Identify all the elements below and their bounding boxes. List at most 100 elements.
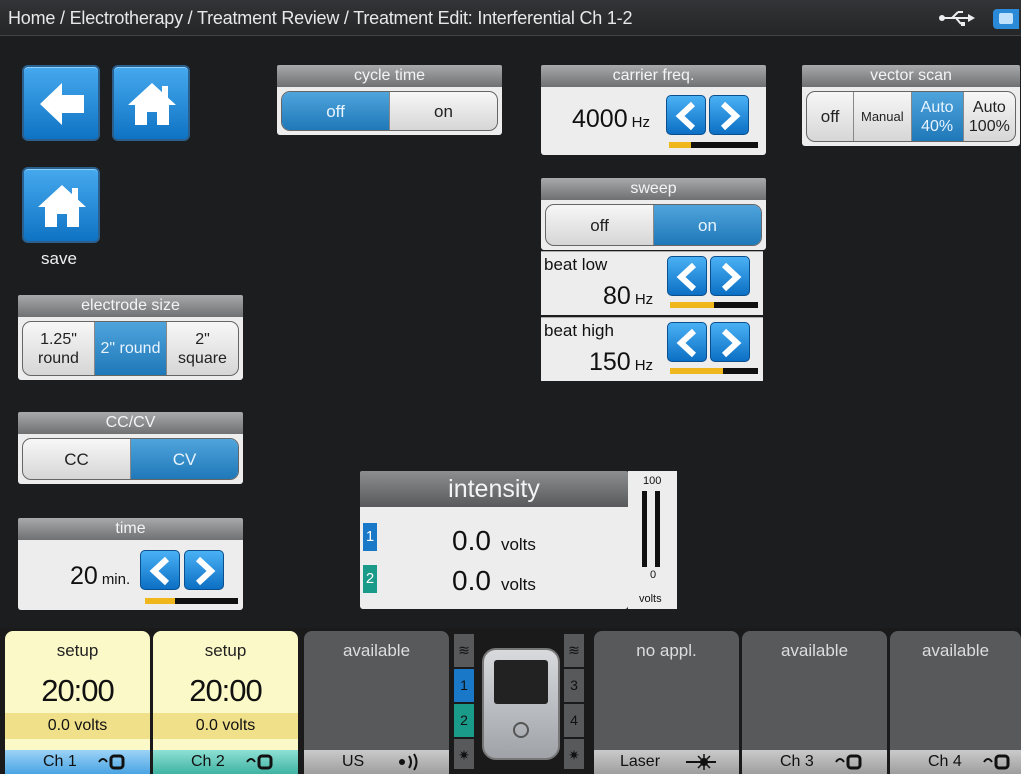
electrode-125-round[interactable]: 1.25" round bbox=[23, 322, 95, 375]
laser-label: Laser bbox=[620, 753, 661, 770]
laser-status: no appl. bbox=[636, 641, 697, 660]
back-arrow-icon bbox=[40, 83, 84, 125]
slot-3[interactable]: 3 bbox=[564, 669, 584, 702]
ch1-intensity-unit: volts bbox=[500, 535, 536, 554]
sweep-on[interactable]: on bbox=[654, 205, 761, 245]
beat-low-label: beat low bbox=[544, 255, 608, 274]
laser-slot-right: ✷ bbox=[564, 739, 584, 769]
cycle-time-group: cycle time off on bbox=[277, 65, 502, 135]
channel-card-laser[interactable]: no appl. Laser bbox=[594, 631, 739, 774]
ch2-time: 20:00 bbox=[189, 673, 263, 708]
ch4-label: Ch 4 bbox=[928, 753, 962, 770]
sweep-title: sweep bbox=[541, 178, 766, 200]
carrier-freq-value: 4000 bbox=[572, 105, 628, 133]
back-button[interactable] bbox=[22, 65, 100, 141]
beat-high-label: beat high bbox=[544, 321, 614, 340]
home-button[interactable] bbox=[112, 65, 190, 141]
meter-ch1-bar bbox=[642, 491, 647, 567]
cycle-time-on[interactable]: on bbox=[390, 92, 497, 130]
slot-top-right: ≋ bbox=[564, 634, 584, 667]
meter-min-label: 0 bbox=[650, 569, 657, 581]
channel-card-ch3[interactable]: available Ch 3 bbox=[742, 631, 887, 774]
chevron-right-icon bbox=[721, 328, 742, 358]
sweep-off[interactable]: off bbox=[546, 205, 654, 245]
electrode-2-square[interactable]: 2" square bbox=[167, 322, 238, 375]
time-decrease-button[interactable] bbox=[140, 550, 180, 590]
time-unit: min. bbox=[101, 571, 131, 588]
vector-scan-manual[interactable]: Manual bbox=[854, 92, 912, 141]
cv-option[interactable]: CV bbox=[131, 439, 238, 479]
channel-card-ch2[interactable]: setup 20:00 0.0 volts Ch 2 bbox=[153, 631, 298, 774]
beat-high-value: 150 bbox=[589, 348, 631, 376]
cycle-time-off[interactable]: off bbox=[282, 92, 390, 130]
breadcrumb: Home / Electrotherapy / Treatment Review… bbox=[8, 8, 633, 28]
device-selector: ≋ 1 2 ✷ ≋ 3 4 ✷ bbox=[452, 634, 588, 774]
carrier-increase-button[interactable] bbox=[709, 95, 749, 135]
chevron-left-icon bbox=[676, 328, 697, 358]
slot-2[interactable]: 2 bbox=[454, 704, 474, 737]
save-button[interactable] bbox=[22, 167, 100, 243]
electrode-icon bbox=[983, 754, 1010, 770]
beat-low-decrease-button[interactable] bbox=[667, 256, 707, 296]
app-window: Home / Electrotherapy / Treatment Review… bbox=[0, 0, 1021, 774]
chevron-left-icon bbox=[149, 556, 170, 586]
time-group: time 20 min. bbox=[18, 518, 243, 610]
vector-scan-title: vector scan bbox=[802, 65, 1020, 87]
meter-ch2-bar bbox=[655, 491, 660, 567]
ch1-volts: 0.0 volts bbox=[5, 713, 150, 739]
beat-low-level-bar bbox=[670, 302, 758, 308]
slot-1[interactable]: 1 bbox=[454, 669, 474, 702]
channel-card-ch4[interactable]: available Ch 4 bbox=[890, 631, 1021, 774]
cycle-time-title: cycle time bbox=[277, 65, 502, 87]
carrier-freq-title: carrier freq. bbox=[541, 65, 766, 87]
vector-scan-auto-100[interactable]: Auto 100% bbox=[964, 92, 1015, 141]
beat-low-increase-button[interactable] bbox=[710, 256, 750, 296]
beat-high-unit: Hz bbox=[634, 357, 654, 374]
device-image bbox=[482, 648, 560, 760]
chevron-right-icon bbox=[721, 262, 742, 292]
carrier-decrease-button[interactable] bbox=[666, 95, 706, 135]
time-title: time bbox=[18, 518, 243, 540]
ch2-label: Ch 2 bbox=[191, 753, 225, 770]
cccv-group: CC/CV CC CV bbox=[18, 412, 243, 484]
beat-high-decrease-button[interactable] bbox=[667, 322, 707, 362]
home-icon bbox=[128, 83, 176, 125]
laser-slot-left: ✷ bbox=[454, 739, 474, 769]
electrode-icon bbox=[835, 754, 862, 770]
electrode-icon bbox=[246, 754, 273, 770]
channel-card-ch1[interactable]: setup 20:00 0.0 volts Ch 1 bbox=[5, 631, 150, 774]
beat-low-row: beat low 80 Hz bbox=[541, 251, 763, 315]
meter-max-label: 100 bbox=[643, 475, 662, 487]
slot-top-left: ≋ bbox=[454, 634, 474, 667]
chevron-right-icon bbox=[720, 101, 741, 131]
intensity-title: intensity bbox=[360, 471, 628, 507]
vector-scan-off[interactable]: off bbox=[807, 92, 855, 141]
carrier-level-bar bbox=[669, 142, 758, 148]
ch2-status: setup bbox=[204, 641, 247, 660]
slot-4[interactable]: 4 bbox=[564, 704, 584, 737]
us-status: available bbox=[342, 641, 411, 660]
ch3-status: available bbox=[780, 641, 849, 660]
save-label: save bbox=[41, 249, 77, 268]
sweep-group: sweep off on beat low 80 Hz beat high 150… bbox=[541, 178, 766, 381]
ch3-label: Ch 3 bbox=[780, 753, 814, 770]
electrode-size-group: electrode size 1.25" round 2" round 2" s… bbox=[18, 295, 243, 380]
ch2-volts: 0.0 volts bbox=[153, 713, 298, 739]
usb-icon bbox=[939, 11, 975, 26]
beat-high-row: beat high 150 Hz bbox=[541, 317, 763, 381]
time-level-bar bbox=[145, 598, 238, 604]
vector-scan-auto-40[interactable]: Auto 40% bbox=[911, 92, 964, 141]
beat-low-unit: Hz bbox=[634, 291, 654, 308]
cc-option[interactable]: CC bbox=[23, 439, 131, 479]
laser-icon bbox=[686, 754, 716, 770]
chevron-right-icon bbox=[195, 556, 216, 586]
electrode-2-round[interactable]: 2" round bbox=[95, 322, 167, 375]
carrier-freq-unit: Hz bbox=[631, 114, 650, 131]
ch4-status: available bbox=[921, 641, 990, 660]
channel-card-us[interactable]: available US bbox=[304, 631, 449, 774]
beat-high-increase-button[interactable] bbox=[710, 322, 750, 362]
intensity-meter: 100 0 volts bbox=[628, 471, 677, 609]
ch2-intensity-unit: volts bbox=[500, 575, 536, 594]
ch1-intensity-value: 0.0 bbox=[452, 525, 491, 556]
time-increase-button[interactable] bbox=[184, 550, 224, 590]
